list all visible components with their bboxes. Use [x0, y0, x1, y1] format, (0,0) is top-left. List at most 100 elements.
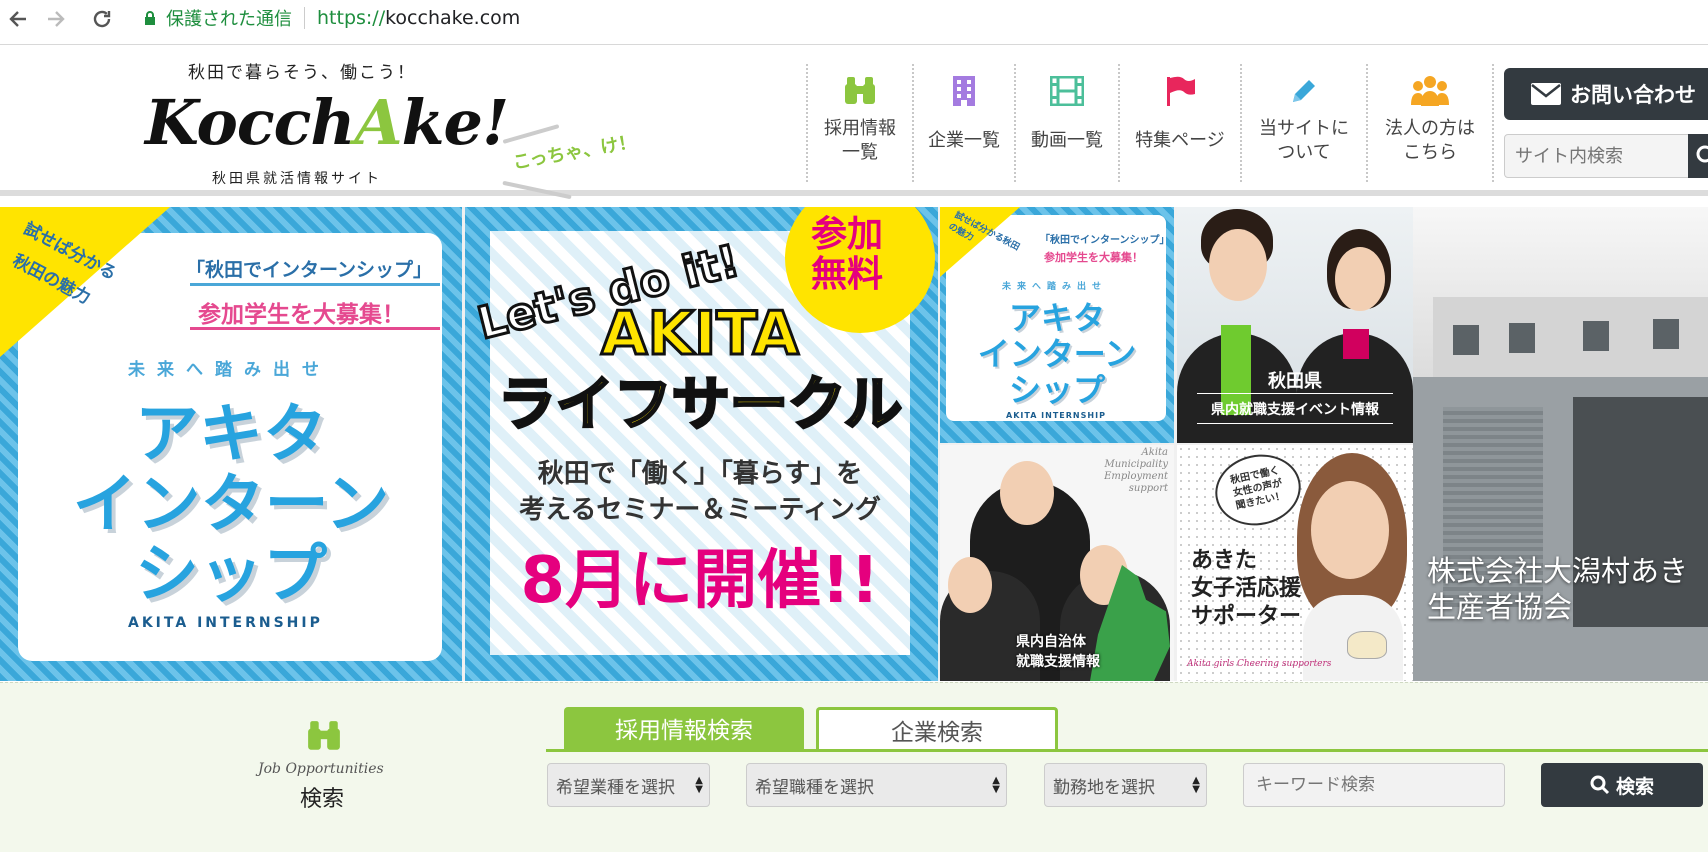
location-select[interactable]: 勤務地を選択 ▲ ▼ — [1044, 763, 1207, 807]
person-face — [948, 557, 992, 613]
forward-button[interactable] — [42, 5, 70, 33]
updown-arrows-icon: ▲ ▼ — [992, 775, 1000, 795]
nav-company-list[interactable]: 企業一覧 — [912, 64, 1014, 182]
back-arrow-icon — [9, 11, 26, 27]
section-script: Job Opportunities — [258, 761, 384, 777]
banner-subhead: 未来へ踏み出せ — [1002, 282, 1108, 292]
banner-title: あきた 女子活応援 サポーター — [1191, 547, 1301, 631]
script-line: Employment — [1104, 471, 1168, 482]
nav-label: 企業一覧 — [928, 130, 1000, 151]
banner-headline: 「秋田でインターンシップ」 — [186, 259, 433, 281]
nav-for-corporations[interactable]: 法人の方は こちら — [1366, 64, 1494, 182]
banner-title: シップ — [1008, 371, 1105, 409]
url-scheme: https:// — [317, 7, 386, 29]
site-search-button[interactable] — [1688, 134, 1708, 178]
building-icon — [951, 68, 977, 114]
banner-headline: 「秋田でインターンシップ」 — [1040, 235, 1170, 246]
banner-event-info[interactable]: 秋田県 県内就職支援イベント情報 — [1177, 207, 1413, 443]
logo-subtitle: 秋田県就活情報サイト — [212, 171, 382, 187]
person-face — [1311, 481, 1389, 579]
banner-date: 8月に開催!! — [520, 544, 880, 618]
logo-text-main: Kocch — [145, 86, 355, 159]
banner-municipality[interactable]: Akita Municipality Employment support 県内自治体… — [940, 445, 1174, 681]
select-value: 希望職種を選択 — [755, 777, 874, 798]
badge-line: 無料 — [811, 254, 884, 295]
flag-icon — [1164, 68, 1196, 114]
building-window — [1583, 321, 1609, 351]
banner-label: 秋田県 — [1268, 371, 1322, 392]
building-window — [1653, 319, 1679, 349]
nav-video-list[interactable]: 動画一覧 — [1014, 64, 1118, 182]
browser-toolbar: 保護された通信 https:// kocchake.com — [0, 0, 1708, 45]
banner-internship-small[interactable]: 試せば分かる秋田の魅力 「秋田でインターンシップ」 参加学生を大募集！ 未来へ踏… — [940, 207, 1174, 443]
banner-english: AKITA INTERNSHIP — [128, 615, 323, 631]
search-icon — [1590, 775, 1610, 795]
person-face — [1209, 229, 1267, 301]
banner-company-feature[interactable]: 株式会社大潟村あき 生産者協会 — [1413, 207, 1708, 681]
building-window — [1509, 323, 1535, 353]
nav-label: 特集ページ — [1135, 130, 1225, 151]
banner-english: AKITA INTERNSHIP — [1006, 411, 1106, 420]
site-header: 秋田で暮らそう、働こう！ KocchAke! こっちゃ、け！ 秋田県就活情報サイ… — [0, 46, 1708, 200]
tab-underline — [546, 749, 1708, 752]
section-label: 検索 — [300, 787, 345, 812]
banner-rule — [190, 283, 440, 286]
keyword-input[interactable] — [1243, 763, 1505, 807]
banner-life-circle[interactable]: 参加 無料 Let's do it! AKITA ライフサークル 秋田で「働く」「… — [465, 207, 938, 681]
reload-button[interactable] — [88, 5, 116, 33]
banner-headline: 参加学生を大募集！ — [1044, 251, 1143, 264]
film-icon — [1050, 68, 1084, 114]
nav-job-list[interactable]: 採用情報 一覧 — [806, 64, 912, 182]
nav-about-site[interactable]: 当サイトに ついて — [1240, 64, 1366, 182]
banner-title: ライフサークル — [496, 369, 903, 440]
nav-feature-page[interactable]: 特集ページ — [1118, 64, 1240, 182]
building-window — [1453, 325, 1479, 355]
search-icon — [1696, 145, 1708, 163]
pencil-icon — [1289, 68, 1319, 114]
title-line: あきた — [1191, 548, 1258, 573]
nav-label: 法人の方は こちら — [1385, 118, 1475, 163]
badge-line: 参加 — [811, 214, 884, 255]
lock-icon — [144, 10, 156, 26]
binoculars-icon — [306, 719, 342, 757]
title-line: サポーター — [1191, 604, 1302, 629]
nav-label: 当サイトに ついて — [1259, 118, 1349, 163]
contact-button[interactable]: お問い合わせ — [1504, 68, 1708, 120]
address-bar[interactable]: 保護された通信 https:// kocchake.com — [130, 2, 1708, 34]
tab-company-search[interactable]: 企業検索 — [816, 707, 1058, 749]
person-face — [1335, 247, 1385, 311]
updown-arrows-icon: ▲ ▼ — [695, 775, 703, 795]
reload-icon — [93, 10, 111, 28]
search-button[interactable]: 検索 — [1541, 763, 1703, 807]
banner-subhead: 未来へ踏み出せ — [128, 360, 331, 380]
search-button-label: 検索 — [1615, 775, 1654, 798]
speech-bubble: 秋田で働く 女性の声が 聞きたい！ — [1208, 446, 1308, 534]
banner-script: Akita Municipality Employment support — [1102, 447, 1168, 495]
script-line: Municipality — [1104, 459, 1168, 470]
select-value: 勤務地を選択 — [1053, 777, 1155, 798]
tab-job-search[interactable]: 採用情報検索 — [564, 707, 804, 749]
logo-text-accent: A — [354, 86, 402, 159]
banner-subtitle: 秋田で「働く」「暮らす」を — [537, 459, 863, 489]
nav-label: 採用情報 一覧 — [824, 118, 896, 163]
back-button[interactable] — [4, 5, 32, 33]
banner-carousel: 試せば分かる 秋田の魅力 「秋田でインターンシップ」 参加学生を大募集！ 未来へ… — [0, 207, 1708, 681]
job-type-select[interactable]: 希望職種を選択 ▲ ▼ — [746, 763, 1007, 807]
omnibox-separator — [304, 7, 305, 29]
job-search-section: Job Opportunities 検索 採用情報検索 企業検索 希望業種を選択… — [0, 682, 1708, 852]
person-scarf — [1343, 329, 1369, 359]
banner-joshi-support[interactable]: 秋田で働く 女性の声が 聞きたい！ あきた 女子活応援 サポーター Akita girl… — [1177, 445, 1413, 681]
caption-line: 株式会社大潟村あき — [1427, 554, 1689, 588]
forward-arrow-icon — [48, 11, 65, 27]
script-line: support — [1128, 483, 1168, 494]
banner-internship-large[interactable]: 試せば分かる 秋田の魅力 「秋田でインターンシップ」 参加学生を大募集！ 未来へ… — [0, 207, 462, 681]
updown-arrows-icon: ▲ ▼ — [1192, 775, 1200, 795]
banner-headline: 参加学生を大募集！ — [198, 302, 405, 328]
site-logo[interactable]: KocchAke! — [145, 86, 509, 159]
people-icon — [1411, 68, 1449, 114]
site-search-input[interactable] — [1504, 134, 1694, 178]
banner-label: 県内就職支援イベント情報 — [1211, 402, 1379, 418]
site-tagline: 秋田で暮らそう、働こう！ — [188, 63, 416, 83]
industry-select[interactable]: 希望業種を選択 ▲ ▼ — [547, 763, 710, 807]
contact-label: お問い合わせ — [1570, 83, 1696, 107]
